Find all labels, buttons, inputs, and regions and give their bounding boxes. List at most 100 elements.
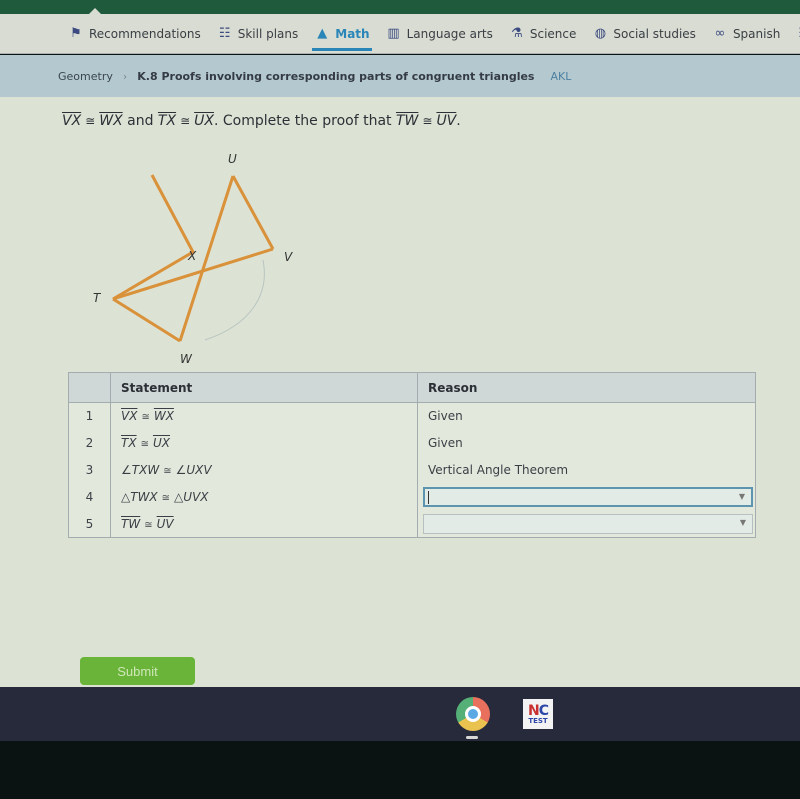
statement-left: TWX xyxy=(130,490,158,504)
segment: TW xyxy=(395,113,419,129)
statement-right: UXV xyxy=(186,463,212,477)
congruent-symbol: ≅ xyxy=(141,412,150,424)
science-icon: ⚗ xyxy=(511,26,523,41)
row-number: 1 xyxy=(68,402,111,430)
row-number: 2 xyxy=(68,429,111,457)
statement-right: WX xyxy=(153,409,174,424)
skill-plans-icon: ☷ xyxy=(218,26,231,41)
breadcrumb-subject[interactable]: Geometry xyxy=(58,70,113,83)
text: . xyxy=(456,113,461,129)
statement-left: TXW xyxy=(131,463,160,477)
statement-left: TW xyxy=(121,516,141,531)
row-number: 5 xyxy=(68,510,111,538)
segment-uv xyxy=(231,175,275,250)
question-prompt: VX ≅ WX and TX ≅ UX. Complete the proof that… xyxy=(62,113,461,129)
book-icon: ▥ xyxy=(387,26,400,41)
submit-button[interactable]: Submit xyxy=(80,657,195,685)
nav-label: Science xyxy=(529,26,577,41)
reason-cell: Given xyxy=(417,402,756,430)
label-w: W xyxy=(180,352,193,366)
reason-cell: Given xyxy=(417,429,756,457)
math-icon: ▲ xyxy=(317,26,328,41)
triangle-figure: U X V T W xyxy=(93,152,293,366)
reason-cell: ▼ xyxy=(417,510,756,538)
nc-test-icon[interactable]: NC TEST xyxy=(523,699,553,729)
list-icon: ☰ xyxy=(796,26,800,42)
statement-prefix: ∠ xyxy=(175,463,187,477)
reason-dropdown[interactable]: ▼ xyxy=(423,487,753,507)
nav-language-arts[interactable]: ▥ Language arts xyxy=(378,14,501,53)
nav-math[interactable]: ▲ Math xyxy=(306,14,377,53)
segment: WX xyxy=(99,113,123,129)
header-reason: Reason xyxy=(417,372,756,403)
row-number: 4 xyxy=(68,483,111,511)
nav-recommendations[interactable]: ⚑ Recommendations xyxy=(60,14,209,53)
statement-left: TX xyxy=(121,436,137,450)
question-area: VX ≅ WX and TX ≅ UX. Complete the proof that… xyxy=(0,97,800,687)
screen-bezel xyxy=(0,741,800,799)
header-num xyxy=(68,372,111,403)
reason-cell: ▼ xyxy=(417,483,756,511)
chevron-down-icon[interactable]: ▼ xyxy=(739,492,745,501)
statement-cell: △TWX ≅ △UVX xyxy=(110,483,418,511)
nav-spanish[interactable]: ∞ Spanish xyxy=(704,14,788,53)
table-header-row: Statement Reason xyxy=(68,372,756,403)
statement-prefix: △ xyxy=(174,490,184,504)
nav-skill-plans[interactable]: ☷ Skill plans xyxy=(209,14,307,53)
congruent-symbol: ≅ xyxy=(85,114,96,128)
statement-right: UX xyxy=(152,436,170,450)
reason-cell: Vertical Angle Theorem xyxy=(417,456,756,484)
segment: UX xyxy=(194,113,214,129)
statement-left: VX xyxy=(121,409,138,424)
statement-right: UV xyxy=(156,516,174,531)
segment: VX xyxy=(62,113,82,129)
label-u: U xyxy=(228,152,237,166)
proof-row: 5 TW ≅ UV ▼ xyxy=(68,510,756,538)
nav-label: Recommendations xyxy=(89,26,201,41)
congruent-symbol: ≅ xyxy=(144,519,153,531)
breadcrumb: Geometry › K.8 Proofs involving correspo… xyxy=(0,55,800,97)
statement-cell: TW ≅ UV xyxy=(110,510,418,538)
row-number: 3 xyxy=(68,456,111,484)
reason-dropdown[interactable]: ▼ xyxy=(423,513,753,534)
statement-cell: TX ≅ UX xyxy=(110,429,418,457)
statement-prefix: △ xyxy=(121,490,131,504)
segment: UV xyxy=(436,113,457,129)
label-t: T xyxy=(93,291,102,305)
nav-label: Spanish xyxy=(732,26,781,41)
globe-icon: ◍ xyxy=(594,26,607,41)
congruent-symbol: ≅ xyxy=(161,493,171,504)
text: . Complete the proof that xyxy=(213,113,392,129)
subject-nav: ⚑ Recommendations ☷ Skill plans ▲ Math ▥… xyxy=(0,14,800,54)
nav-label: Language arts xyxy=(406,26,493,41)
stray-pen-mark xyxy=(204,259,265,341)
congruent-symbol: ≅ xyxy=(180,114,191,128)
recommendations-icon: ⚑ xyxy=(70,26,82,41)
statement-cell: VX ≅ WX xyxy=(110,402,418,430)
proof-row: 2 TX ≅ UX Given xyxy=(68,429,756,457)
breadcrumb-skill: K.8 Proofs involving corresponding parts… xyxy=(137,69,535,83)
statement-prefix: ∠ xyxy=(121,463,132,477)
nav-social-studies[interactable]: ◍ Social studies xyxy=(584,14,704,53)
nav-label: Social studies xyxy=(613,26,696,41)
statement-right: UVX xyxy=(183,490,209,504)
nav-science[interactable]: ⚗ Science xyxy=(501,14,585,53)
chrome-icon[interactable] xyxy=(456,697,490,731)
label-x: X xyxy=(187,249,197,263)
text: and xyxy=(127,113,154,129)
congruent-symbol: ≅ xyxy=(140,439,149,450)
nav-label: Math xyxy=(335,26,370,41)
nav-more[interactable]: ☰ N xyxy=(788,14,800,53)
segment: TX xyxy=(157,113,177,129)
spanish-icon: ∞ xyxy=(714,26,726,41)
nav-label: Skill plans xyxy=(237,26,299,41)
statement-cell: ∠TXW ≅ ∠UXV xyxy=(110,456,418,484)
proof-row: 1 VX ≅ WX Given xyxy=(68,402,756,430)
proof-row: 4 △TWX ≅ △UVX ▼ xyxy=(68,483,756,511)
congruent-symbol: ≅ xyxy=(422,114,433,128)
os-shelf: NC TEST xyxy=(0,687,800,741)
proof-table: Statement Reason 1 VX ≅ WX Given 2 TX ≅ UX Given 3… xyxy=(68,372,756,538)
segment-tw xyxy=(112,297,181,343)
chevron-down-icon[interactable]: ▼ xyxy=(740,518,746,527)
proof-row: 3 ∠TXW ≅ ∠UXV Vertical Angle Theorem xyxy=(68,456,756,484)
